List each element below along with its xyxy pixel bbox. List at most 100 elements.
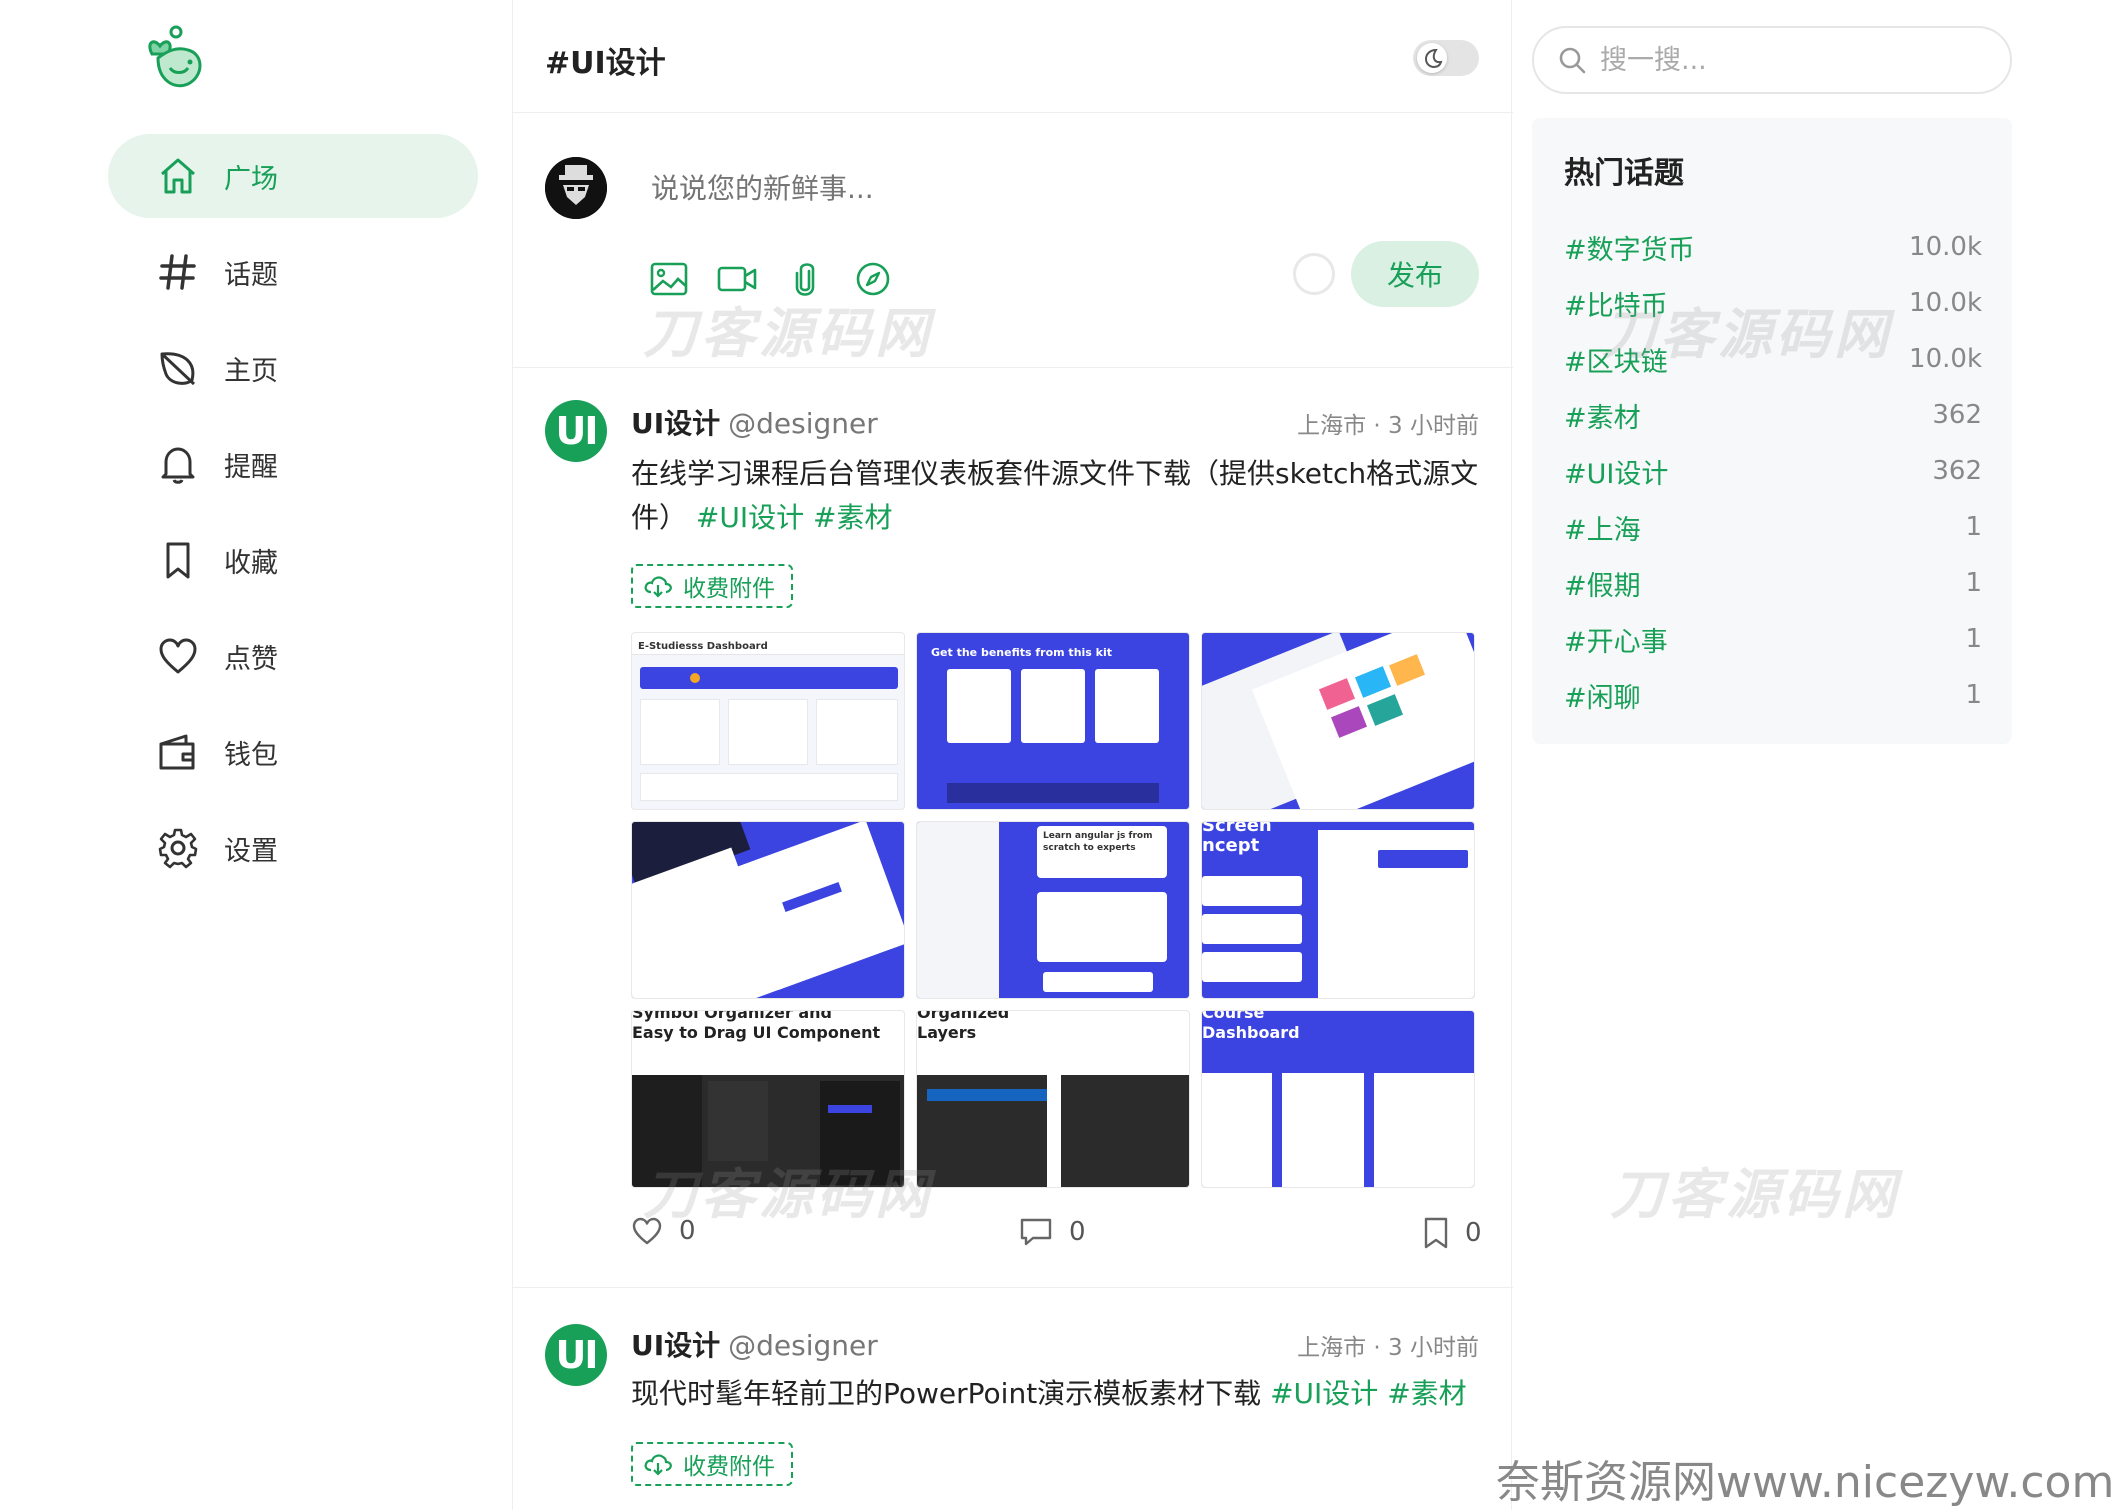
- hot-topics-panel: 热门话题 #数字货币 10.0k #比特币 10.0k #区块链 10.0k #素材 3…: [1532, 118, 2012, 744]
- comment-count: 0: [1069, 1217, 1086, 1247]
- cloud-download-icon: [643, 574, 673, 598]
- composer-toolbar: [647, 257, 919, 301]
- nav-item-settings[interactable]: 设置: [108, 806, 478, 890]
- topic-name: #假期: [1564, 570, 1641, 602]
- image-caption: Symbol Organizer and Easy to Drag UI Com…: [632, 1010, 881, 1042]
- comment-button[interactable]: 0: [1019, 1216, 1086, 1248]
- topic-item[interactable]: #假期 1: [1564, 562, 1982, 604]
- topic-count: 1: [1965, 568, 1982, 598]
- topic-count: 362: [1932, 400, 1982, 430]
- topic-item[interactable]: #闲聊 1: [1564, 674, 1982, 716]
- nav-item-square[interactable]: 广场: [108, 134, 478, 218]
- topic-item[interactable]: #开心事 1: [1564, 618, 1982, 660]
- user-avatar[interactable]: [545, 157, 607, 219]
- post-card[interactable]: UI UI设计 @designer 上海市 · 3 小时前 现代时髦年轻前卫的Po…: [513, 1288, 1513, 1510]
- post-author[interactable]: UI设计 @designer: [631, 402, 878, 442]
- post-avatar[interactable]: UI: [545, 400, 607, 462]
- post-image[interactable]: E-Studiesss Dashboard: [631, 632, 905, 810]
- publish-button[interactable]: 发布: [1351, 241, 1479, 307]
- image-icon[interactable]: [647, 257, 691, 301]
- nav-item-label: 点赞: [224, 643, 278, 675]
- theme-toggle[interactable]: [1413, 40, 1479, 76]
- post-tag[interactable]: #素材: [1387, 1377, 1466, 1410]
- post-image[interactable]: Screen ncept: [1201, 821, 1475, 999]
- topic-name: #闲聊: [1564, 682, 1641, 714]
- attachment-label: 收费附件: [683, 1454, 775, 1480]
- app-root: 广场 话题 主页 提醒 收藏 点赞 钱包 设置 #UI设计 说说您的新鲜事...…: [0, 0, 2126, 1510]
- nav-item-label: 设置: [224, 835, 278, 867]
- nav-item-label: 主页: [224, 355, 278, 387]
- post-image[interactable]: Learn angular js from scratch to experts: [916, 821, 1190, 999]
- search-box[interactable]: [1532, 26, 2012, 94]
- nav-item-likes[interactable]: 点赞: [108, 614, 478, 698]
- nav-item-collections[interactable]: 收藏: [108, 518, 478, 602]
- bell-icon: [156, 442, 200, 486]
- topic-item[interactable]: #上海 1: [1564, 506, 1982, 548]
- topic-item[interactable]: #区块链 10.0k: [1564, 338, 1982, 380]
- cloud-download-icon: [643, 1452, 673, 1476]
- post-image[interactable]: [1201, 632, 1475, 810]
- collect-button[interactable]: 0: [1423, 1216, 1482, 1250]
- post-tag[interactable]: #UI设计: [1270, 1377, 1378, 1410]
- topic-name: #素材: [1564, 402, 1641, 434]
- image-caption: Get the benefits from this kit: [931, 646, 1113, 659]
- attachment-label: 收费附件: [683, 576, 775, 602]
- topic-count: 1: [1965, 680, 1982, 710]
- like-button[interactable]: 0: [631, 1216, 696, 1246]
- topic-name: #UI设计: [1564, 458, 1669, 490]
- post-text: 在线学习课程后台管理仪表板套件源文件下载（提供sketch格式源文件） #UI设…: [631, 452, 1481, 540]
- footer-watermark: 奈斯资源网www.nicezyw.com: [1496, 1457, 2115, 1508]
- image-caption: Screen ncept: [1202, 821, 1272, 856]
- wallet-icon: [156, 730, 200, 774]
- home-icon: [156, 154, 200, 198]
- topic-item[interactable]: #素材 362: [1564, 394, 1982, 436]
- nav-item-home[interactable]: 主页: [108, 326, 478, 410]
- nav-item-topics[interactable]: 话题: [108, 230, 478, 314]
- image-caption: Learn angular js from scratch to experts: [1043, 831, 1153, 853]
- search-input[interactable]: [1600, 44, 1980, 76]
- video-icon[interactable]: [715, 257, 759, 301]
- topic-name: #区块链: [1564, 346, 1668, 378]
- comment-icon: [1020, 1218, 1052, 1246]
- page-header: #UI设计: [513, 0, 1513, 113]
- nav-item-wallet[interactable]: 钱包: [108, 710, 478, 794]
- paid-attachment-button[interactable]: 收费附件: [631, 564, 793, 608]
- author-handle: @designer: [728, 407, 878, 440]
- right-sidebar: 热门话题 #数字货币 10.0k #比特币 10.0k #区块链 10.0k #素材 3…: [1512, 0, 2126, 1510]
- post-actions: 0 0 0: [631, 1216, 1482, 1260]
- post-image[interactable]: Course Dashboard: [1201, 1010, 1475, 1188]
- post-tag[interactable]: #素材: [813, 501, 892, 534]
- topic-item[interactable]: #比特币 10.0k: [1564, 282, 1982, 324]
- collect-count: 0: [1465, 1218, 1482, 1248]
- post-avatar[interactable]: UI: [545, 1324, 607, 1386]
- nav-item-label: 话题: [224, 259, 278, 291]
- nav-item-label: 广场: [224, 163, 278, 195]
- hash-icon: [156, 250, 200, 294]
- gear-icon: [156, 826, 200, 870]
- post-image[interactable]: Get the benefits from this kit: [916, 632, 1190, 810]
- post-image[interactable]: Organized Layers: [916, 1010, 1190, 1188]
- topic-count: 10.0k: [1909, 344, 1982, 374]
- post-image[interactable]: [631, 821, 905, 999]
- compass-icon[interactable]: [851, 257, 895, 301]
- topic-name: #开心事: [1564, 626, 1668, 658]
- nav-item-notifications[interactable]: 提醒: [108, 422, 478, 506]
- post-image[interactable]: Symbol Organizer and Easy to Drag UI Com…: [631, 1010, 905, 1188]
- paid-attachment-button[interactable]: 收费附件: [631, 1442, 793, 1486]
- post-meta: 上海市 · 3 小时前: [1297, 1335, 1479, 1361]
- like-count: 0: [679, 1216, 696, 1246]
- topic-item[interactable]: #UI设计 362: [1564, 450, 1982, 492]
- topic-item[interactable]: #数字货币 10.0k: [1564, 226, 1982, 268]
- post-author[interactable]: UI设计 @designer: [631, 1324, 878, 1364]
- heart-icon: [632, 1217, 662, 1245]
- attachment-icon[interactable]: [783, 257, 827, 301]
- bookmark-icon: [156, 538, 200, 582]
- left-sidebar: 广场 话题 主页 提醒 收藏 点赞 钱包 设置: [0, 0, 512, 1510]
- post-tag[interactable]: #UI设计: [696, 501, 804, 534]
- app-logo[interactable]: [144, 24, 210, 96]
- composer-input[interactable]: [651, 163, 1351, 213]
- topic-count: 362: [1932, 456, 1982, 486]
- main-column: #UI设计 说说您的新鲜事... 发布 刀客源码网 UI UI设计 @desig…: [512, 0, 1513, 1510]
- post-card[interactable]: UI UI设计 @designer 上海市 · 3 小时前 在线学习课程后台管理仪…: [513, 368, 1513, 1288]
- heart-icon: [156, 634, 200, 678]
